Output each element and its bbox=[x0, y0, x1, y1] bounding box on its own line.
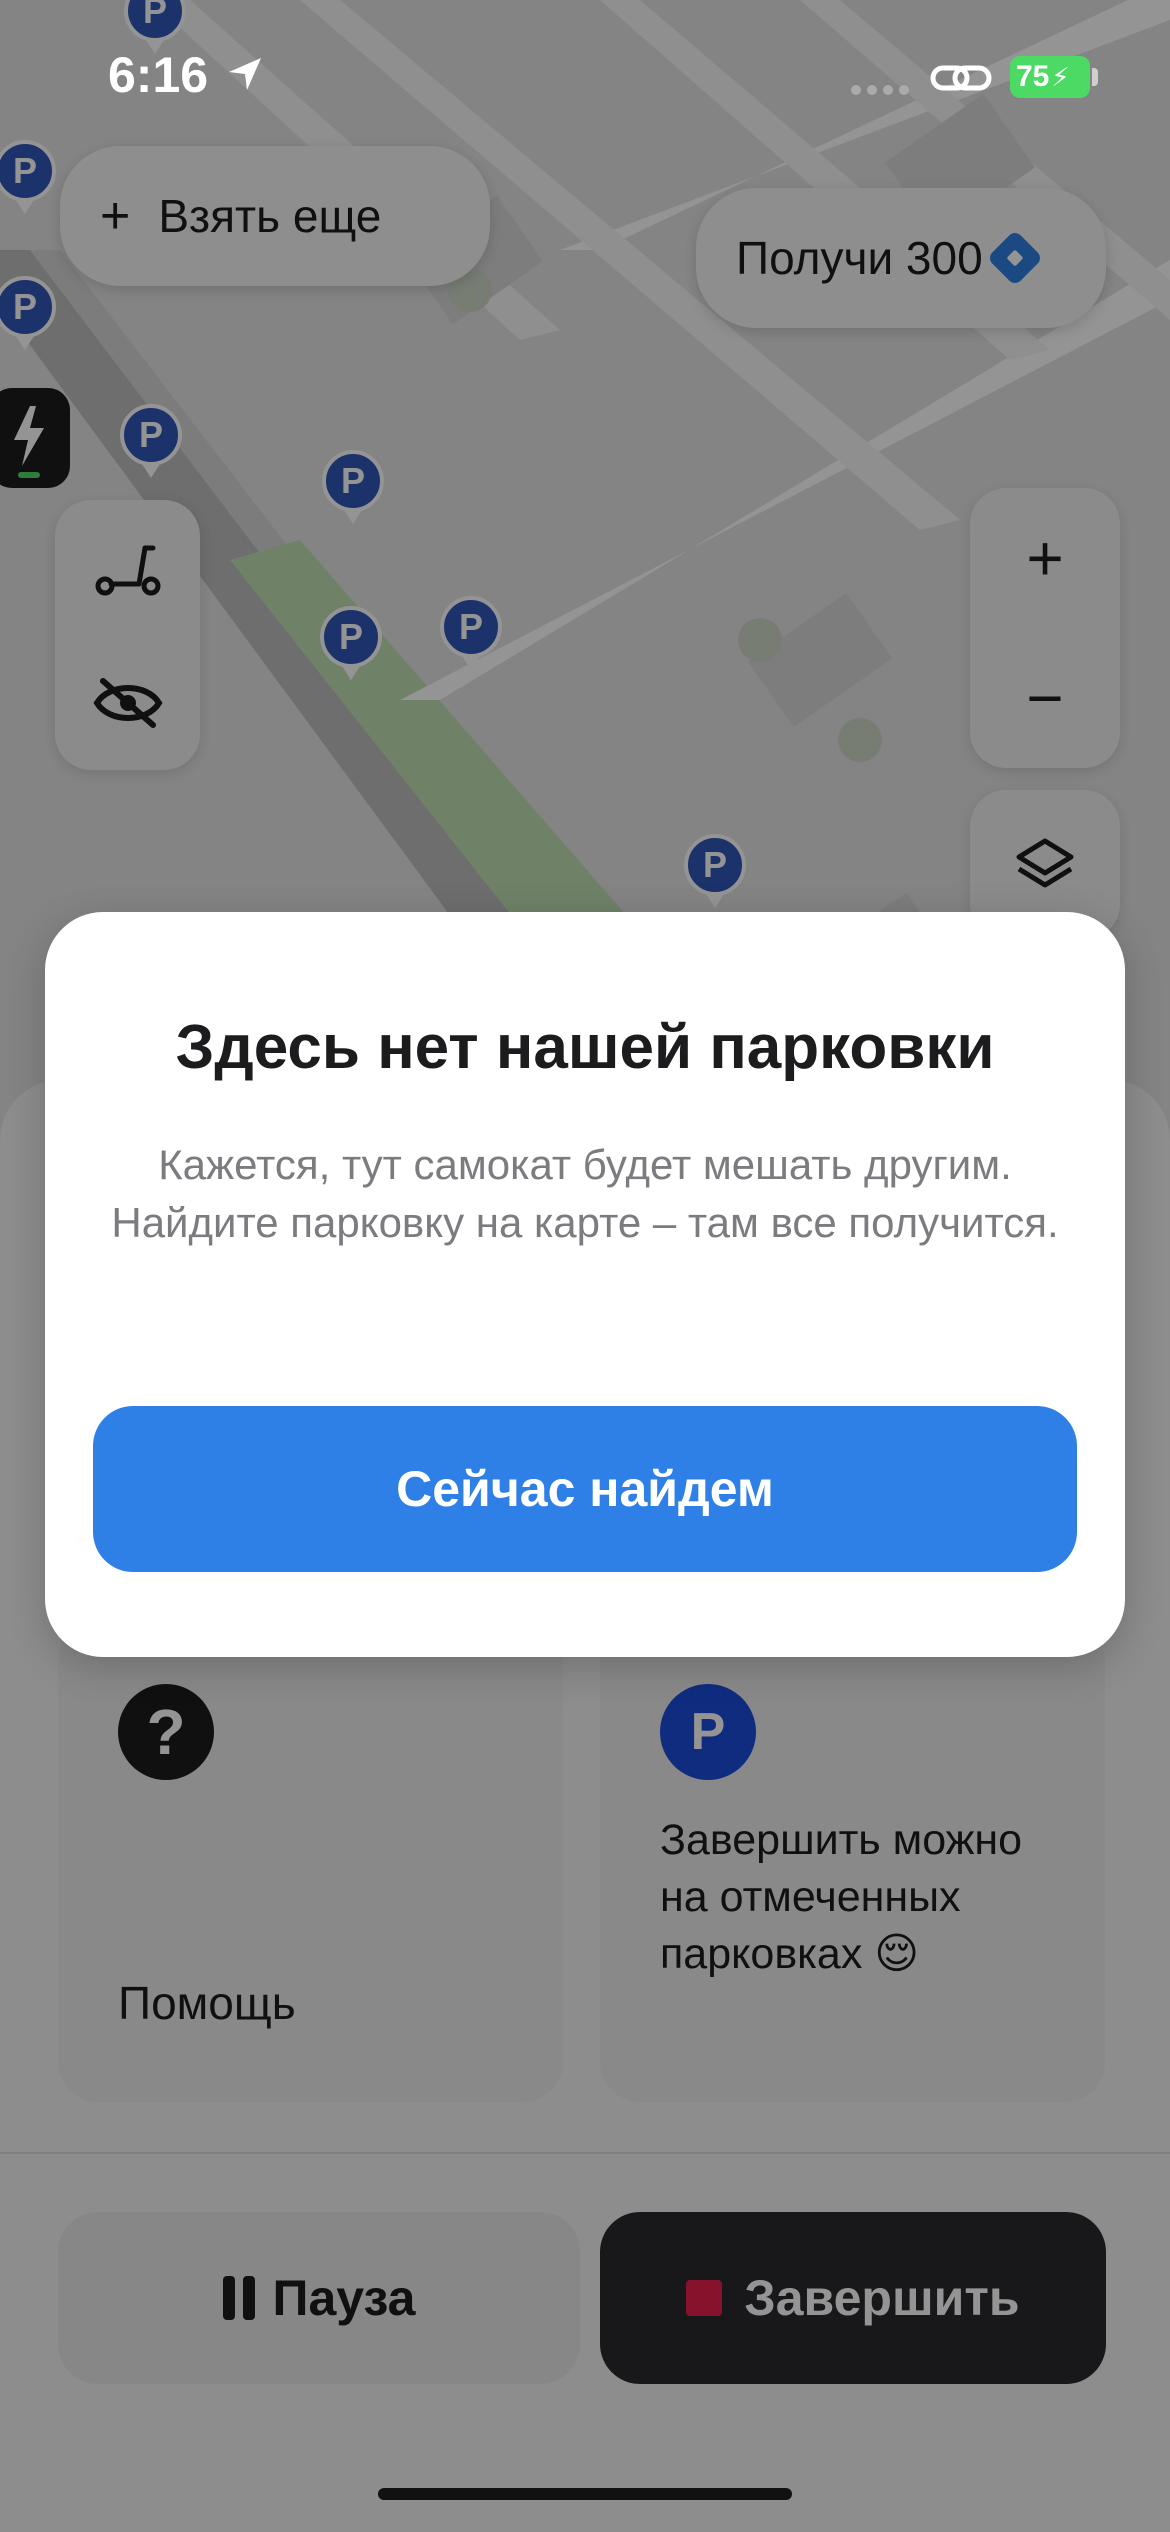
home-indicator[interactable] bbox=[378, 2488, 792, 2500]
signal-dots-icon bbox=[851, 85, 909, 95]
no-parking-dialog: Здесь нет нашей парковки Кажется, тут са… bbox=[45, 912, 1125, 1657]
battery-charging-icon: 75 ⚡ bbox=[1010, 56, 1090, 98]
link-icon bbox=[930, 65, 992, 91]
battery-level: 75 bbox=[1016, 60, 1050, 93]
battery-tip bbox=[1092, 68, 1098, 86]
dialog-title: Здесь нет нашей парковки bbox=[175, 1013, 995, 1082]
find-parking-button[interactable]: Сейчас найдем bbox=[93, 1406, 1077, 1572]
dialog-message: Кажется, тут самокат будет мешать другим… bbox=[111, 1141, 1059, 1246]
status-bar: 6:16 75 ⚡ bbox=[0, 0, 1170, 150]
location-arrow-icon bbox=[229, 58, 261, 90]
status-time: 6:16 bbox=[108, 47, 209, 103]
